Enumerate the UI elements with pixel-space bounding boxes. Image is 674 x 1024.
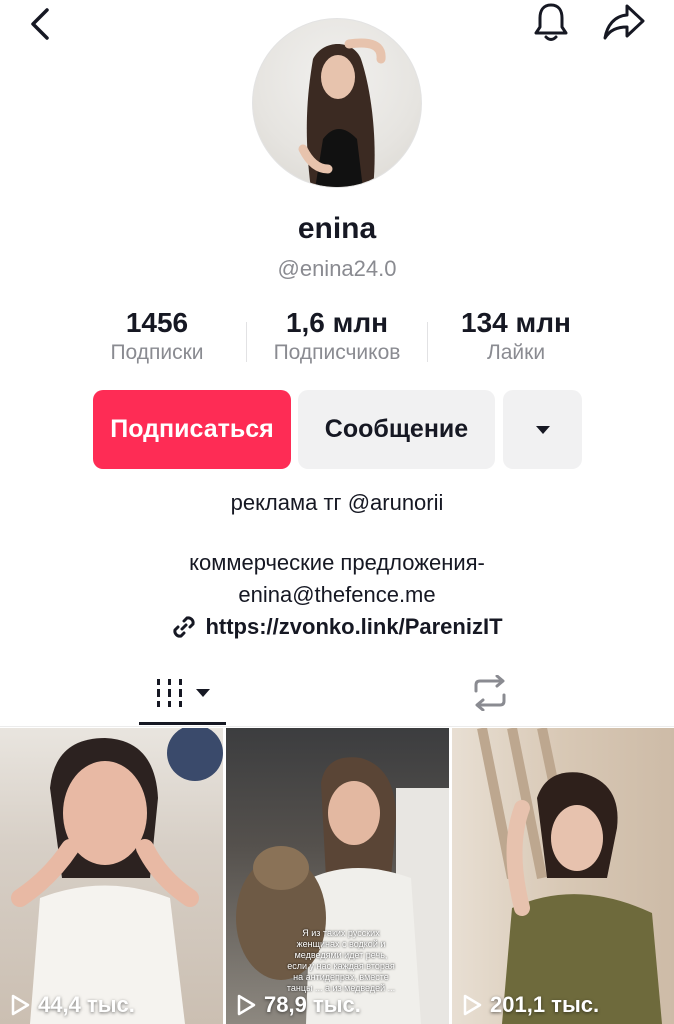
view-count-text: 44,4 тыс.: [38, 992, 135, 1017]
chevron-down-icon: [195, 689, 210, 697]
video-thumbnail[interactable]: Я из таких русских женщинах с водкой и м…: [226, 728, 449, 1024]
share-icon: [603, 4, 645, 40]
username: @enina24.0: [277, 256, 397, 281]
avatar[interactable]: [252, 18, 422, 188]
view-count: 201,1 тыс.: [462, 992, 599, 1018]
stat-divider: [427, 322, 428, 362]
more-options-button[interactable]: [503, 390, 582, 469]
bio-line: enina@thefence.me: [238, 582, 436, 607]
tab-divider: [0, 726, 674, 727]
notifications-button[interactable]: [530, 0, 572, 44]
video-caption: Я из таких русских женщинах с водкой и м…: [286, 928, 396, 993]
bio-link-text: https://zvonko.link/ParenizIT: [205, 614, 503, 639]
grid-icon: [156, 679, 182, 707]
likes-stat[interactable]: 134 млн Лайки: [440, 306, 592, 366]
display-name: enina: [297, 212, 377, 245]
play-icon: [237, 994, 256, 1016]
followers-stat[interactable]: 1,6 млн Подписчиков: [255, 306, 419, 366]
dropdown-icon: [535, 425, 550, 434]
repost-icon: [474, 675, 506, 711]
video-preview: [11, 728, 223, 1024]
following-count: 1456: [125, 307, 189, 338]
play-icon: [11, 994, 30, 1016]
video-thumbnail[interactable]: 201,1 тыс.: [452, 728, 674, 1024]
bio-line: реклама тг @arunorii: [230, 490, 444, 515]
tab-videos[interactable]: [139, 662, 226, 724]
bio-link[interactable]: https://zvonko.link/ParenizIT: [0, 614, 674, 640]
following-stat[interactable]: 1456 Подписки: [87, 306, 227, 366]
back-button[interactable]: [22, 4, 58, 44]
bell-icon: [534, 3, 568, 41]
video-preview: [477, 728, 662, 1024]
likes-label: Лайки: [486, 341, 546, 364]
link-icon: [173, 616, 196, 638]
followers-label: Подписчиков: [273, 341, 401, 364]
view-count-text: 201,1 тыс.: [490, 992, 600, 1017]
view-count-text: 78,9 тыс.: [264, 992, 361, 1017]
view-count: 78,9 тыс.: [236, 992, 361, 1018]
share-button[interactable]: [600, 0, 648, 44]
follow-button[interactable]: Подписаться: [93, 390, 291, 469]
followers-count: 1,6 млн: [285, 307, 389, 338]
play-icon: [463, 994, 482, 1016]
bio-line: коммерческие предложения-: [189, 550, 485, 575]
back-icon: [31, 8, 49, 40]
active-tab-indicator: [139, 722, 226, 725]
tab-reposts[interactable]: [445, 662, 535, 724]
video-thumbnail[interactable]: 44,4 тыс.: [0, 728, 223, 1024]
stat-divider: [246, 322, 247, 362]
message-button[interactable]: Сообщение: [298, 390, 495, 469]
likes-count: 134 млн: [461, 307, 571, 338]
following-label: Подписки: [110, 341, 204, 364]
view-count: 44,4 тыс.: [10, 992, 135, 1018]
avatar-photo: [298, 38, 386, 187]
